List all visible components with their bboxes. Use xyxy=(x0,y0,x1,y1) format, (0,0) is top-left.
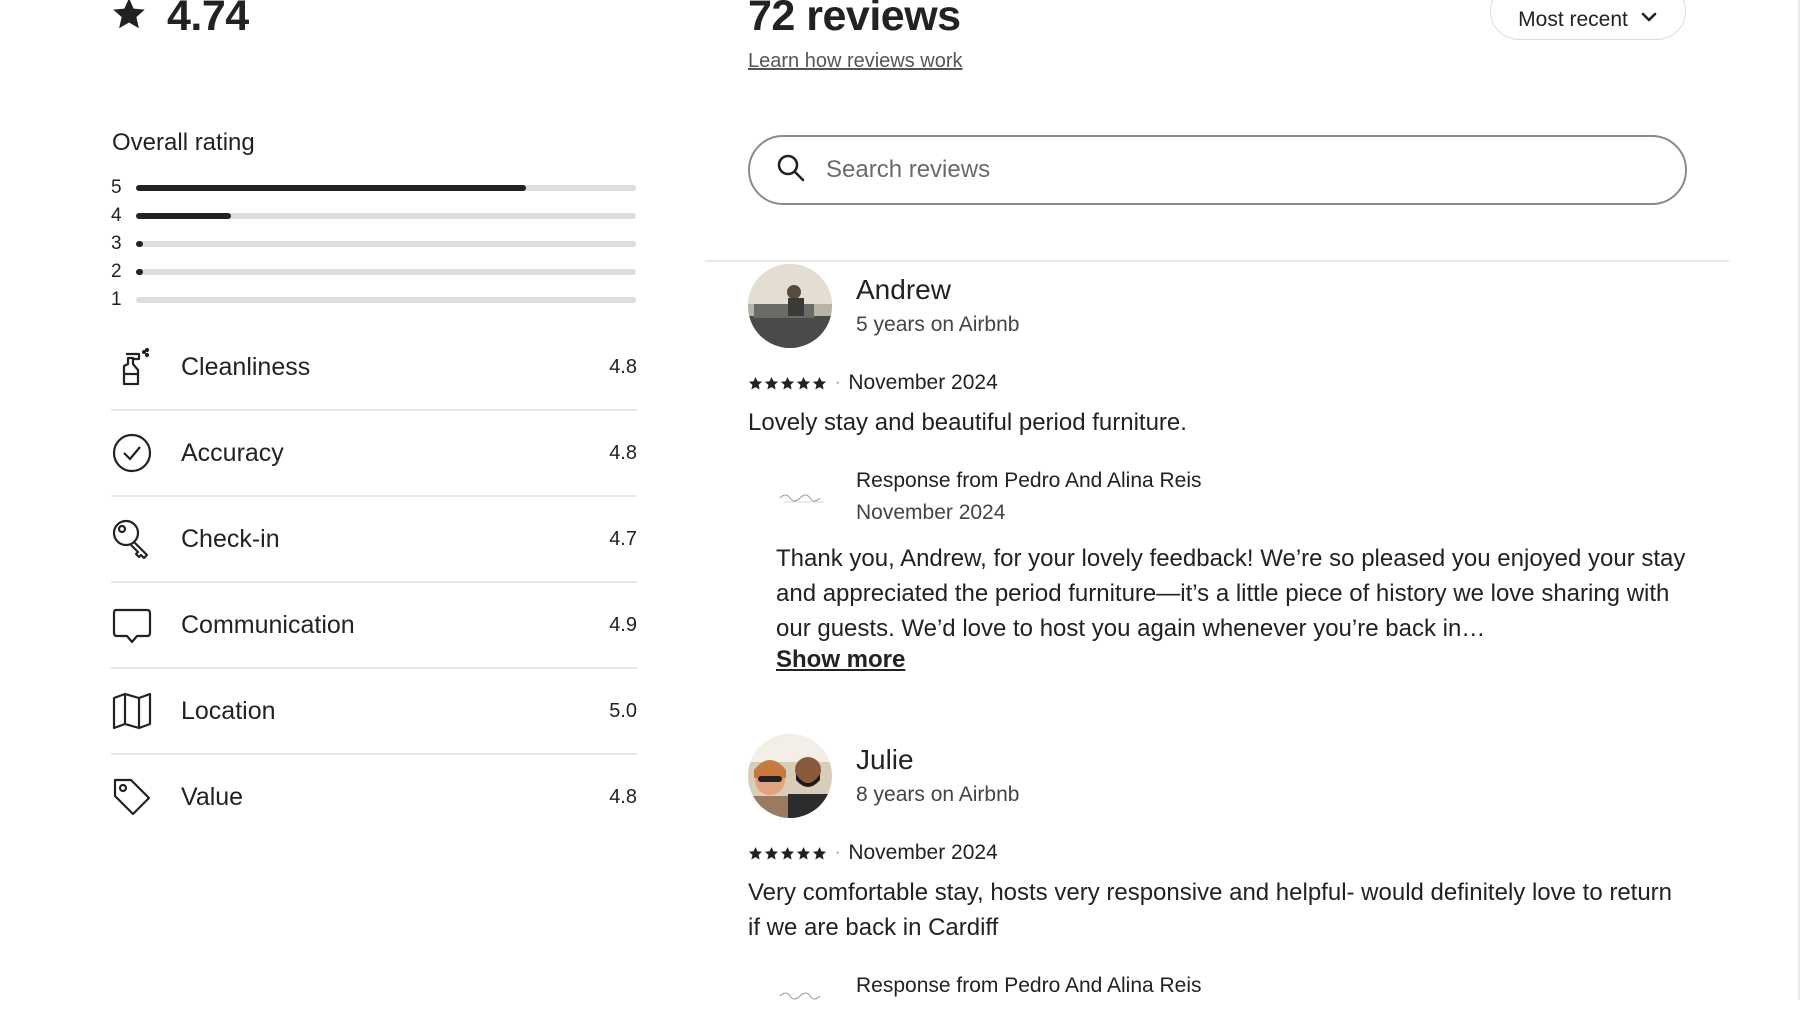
category-score: 4.7 xyxy=(609,527,637,550)
review-meta: · November 2024 xyxy=(748,371,998,395)
key-icon xyxy=(111,518,153,560)
host-response-text: Thank you, Andrew, for your lovely feedb… xyxy=(776,545,1686,642)
distribution-bar-fill xyxy=(136,241,143,247)
sort-label: Most recent xyxy=(1518,8,1628,31)
category-value: Value 4.8 xyxy=(111,755,637,839)
star-rating xyxy=(748,846,827,861)
category-score: 5.0 xyxy=(609,699,637,722)
star-icon xyxy=(764,376,779,389)
distribution-row: 1 xyxy=(111,286,637,314)
distribution-bar xyxy=(136,269,636,275)
host-response-from: Response from Pedro And Alina Reis xyxy=(856,469,1202,492)
rating-distribution: 5 4 3 2 1 xyxy=(111,174,637,314)
star-icon xyxy=(796,376,811,389)
category-label: Accuracy xyxy=(181,438,284,467)
overall-rating-value: 4.74 xyxy=(167,0,249,40)
distribution-bar-fill xyxy=(136,213,231,219)
star-icon xyxy=(796,846,811,859)
distribution-bar xyxy=(136,241,636,247)
check-circle-icon xyxy=(111,432,153,474)
distribution-bar xyxy=(136,213,636,219)
distribution-star-label: 4 xyxy=(111,205,122,226)
category-label: Cleanliness xyxy=(181,352,311,381)
category-score: 4.8 xyxy=(609,785,637,808)
distribution-row: 5 xyxy=(111,174,637,202)
category-accuracy: Accuracy 4.8 xyxy=(111,411,637,497)
distribution-bar-fill xyxy=(136,185,526,191)
distribution-star-label: 2 xyxy=(111,261,122,282)
price-tag-icon xyxy=(111,776,153,818)
distribution-star-label: 5 xyxy=(111,177,122,198)
separator-dot: · xyxy=(835,844,841,861)
reviewer-tenure: 8 years on Airbnb xyxy=(856,783,1020,806)
review-text: Lovely stay and beautiful period furnitu… xyxy=(748,409,1187,436)
category-label: Communication xyxy=(181,610,355,639)
chevron-down-icon xyxy=(1640,8,1658,32)
review-meta: · November 2024 xyxy=(748,841,998,865)
distribution-bar-fill xyxy=(136,269,143,275)
category-score: 4.8 xyxy=(609,441,637,464)
overall-rating-label: Overall rating xyxy=(112,129,255,156)
star-icon xyxy=(764,846,779,859)
star-icon xyxy=(812,846,827,859)
star-rating xyxy=(748,376,827,391)
distribution-star-label: 3 xyxy=(111,233,122,254)
distribution-row: 2 xyxy=(111,258,637,286)
reviewer-tenure: 5 years on Airbnb xyxy=(856,313,1020,336)
review-date: November 2024 xyxy=(848,371,998,394)
category-label: Check-in xyxy=(181,524,280,553)
category-location: Location 5.0 xyxy=(111,669,637,755)
review-text: Very comfortable stay, hosts very respon… xyxy=(748,879,1673,941)
star-icon xyxy=(780,846,795,859)
reviews-count-title: 72 reviews xyxy=(748,0,961,40)
learn-how-reviews-work-link[interactable]: Learn how reviews work xyxy=(748,50,963,73)
reviewer-name: Julie xyxy=(856,744,914,775)
divider xyxy=(705,260,1729,262)
category-label: Value xyxy=(181,782,244,811)
category-score: 4.9 xyxy=(609,613,637,636)
host-logo-icon xyxy=(774,978,834,1008)
host-response-date: November 2024 xyxy=(856,501,1006,524)
chat-bubble-icon xyxy=(111,604,153,646)
review-date: November 2024 xyxy=(848,841,998,864)
category-score: 4.8 xyxy=(609,355,637,378)
star-icon xyxy=(111,0,147,37)
distribution-row: 3 xyxy=(111,230,637,258)
category-ratings: Cleanliness 4.8 Accuracy 4.8 Check-in 4.… xyxy=(111,325,637,839)
search-icon xyxy=(776,153,824,188)
star-icon xyxy=(780,376,795,389)
star-icon xyxy=(748,846,763,859)
distribution-row: 4 xyxy=(111,202,637,230)
avatar[interactable] xyxy=(748,734,832,818)
star-icon xyxy=(748,376,763,389)
category-check-in: Check-in 4.7 xyxy=(111,497,637,583)
map-icon xyxy=(111,690,153,732)
overall-rating-header: 4.74 xyxy=(111,0,249,41)
host-response-from: Response from Pedro And Alina Reis xyxy=(856,974,1202,997)
search-reviews-input[interactable] xyxy=(824,155,1685,185)
spray-bottle-icon xyxy=(111,346,153,388)
host-logo-icon xyxy=(774,480,834,510)
category-cleanliness: Cleanliness 4.8 xyxy=(111,325,637,411)
star-icon xyxy=(812,376,827,389)
reviewer-name: Andrew xyxy=(856,274,951,305)
category-label: Location xyxy=(181,696,276,725)
search-reviews-box[interactable] xyxy=(748,135,1687,205)
separator-dot: · xyxy=(835,374,841,391)
distribution-bar xyxy=(136,185,636,191)
show-more-link[interactable]: Show more xyxy=(776,646,905,674)
category-communication: Communication 4.9 xyxy=(111,583,637,669)
distribution-star-label: 1 xyxy=(111,289,122,310)
avatar[interactable] xyxy=(748,264,832,348)
distribution-bar xyxy=(136,297,636,303)
sort-dropdown[interactable]: Most recent xyxy=(1490,0,1686,40)
